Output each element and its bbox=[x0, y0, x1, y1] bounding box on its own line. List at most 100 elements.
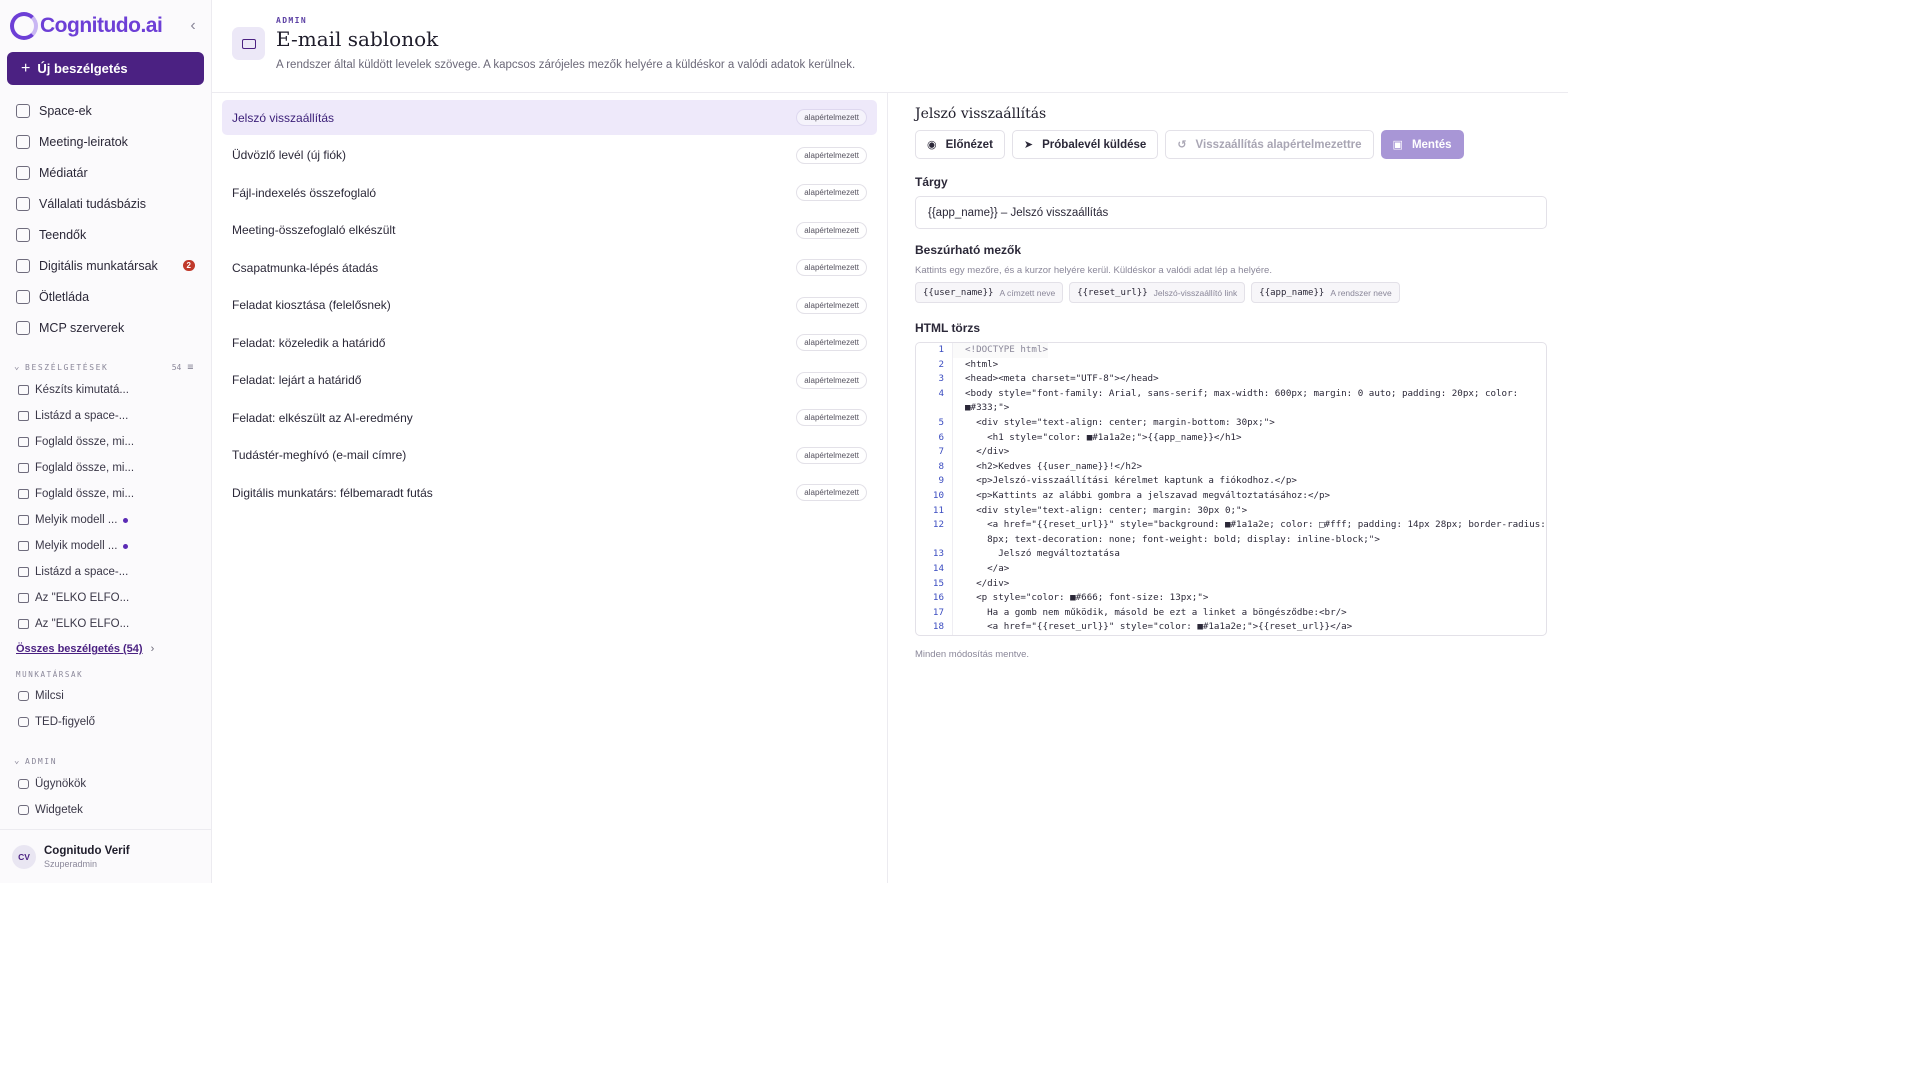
template-editor: Jelszó visszaállítás ◉ Előnézet ➤ Próbalev… bbox=[888, 93, 1568, 883]
default-badge: alapértelmezett bbox=[796, 484, 867, 501]
mail-icon bbox=[232, 27, 265, 60]
template-row[interactable]: Meeting-összefoglaló elkészült alapértelm… bbox=[222, 213, 877, 248]
send-icon: ➤ bbox=[1023, 139, 1034, 151]
sidebar: Cognitudo.ai ‹ + Új beszélgetés Space-ek… bbox=[0, 0, 212, 883]
brand-logo-icon bbox=[10, 12, 38, 40]
list-item[interactable]: Melyik modell ... bbox=[0, 507, 211, 533]
new-chat-label: Új beszélgetés bbox=[37, 61, 128, 76]
field-chips: {{user_name}} A címzett neve {{reset_url}}… bbox=[915, 282, 1547, 303]
bot-icon bbox=[16, 258, 30, 273]
nav-item-5[interactable]: Digitális munkatársak 2 bbox=[0, 250, 211, 281]
save-button[interactable]: ▣ Mentés bbox=[1380, 130, 1464, 159]
nav-item-3[interactable]: Vállalati tudásbázis bbox=[0, 188, 211, 219]
eye-icon: ◉ bbox=[927, 139, 937, 151]
avatar: CV bbox=[12, 844, 36, 869]
send-test-button[interactable]: ➤ Próbalevél küldése bbox=[1011, 130, 1159, 159]
user-profile[interactable]: CV Cognitudo Verif Szuperadmin bbox=[0, 829, 211, 883]
code-line: 8px; text-decoration: none; font-weight:… bbox=[916, 532, 1546, 548]
default-badge: alapértelmezett bbox=[796, 146, 867, 164]
new-chat-button[interactable]: + Új beszélgetés bbox=[7, 52, 204, 85]
template-row[interactable]: Csapatmunka-lépés átadás alapértelmezett bbox=[222, 250, 877, 285]
template-row[interactable]: Tudástér-meghívó (e-mail címre) alapértel… bbox=[222, 438, 877, 473]
template-row[interactable]: Feladat kiosztása (felelősnek) alapértelm… bbox=[222, 288, 877, 323]
brand: Cognitudo.ai ‹ bbox=[0, 0, 211, 52]
conversation-title: Listázd a space-... bbox=[35, 566, 129, 578]
preview-button[interactable]: ◉ Előnézet bbox=[915, 130, 1005, 159]
main-nav: Space-ek Meeting-leiratok Médiatár Vállalat… bbox=[0, 95, 211, 343]
default-badge: alapértelmezett bbox=[796, 371, 867, 389]
code-line: 4 <body style="font-family: Arial, sans-s… bbox=[916, 386, 1546, 402]
filter-icon[interactable]: ≡ bbox=[187, 362, 195, 373]
list-item[interactable]: Az "ELKO ELFO... bbox=[0, 585, 211, 611]
save-status: Minden módosítás mentve. bbox=[915, 649, 1030, 660]
admin-item[interactable]: Widgetek bbox=[0, 797, 211, 823]
template-row[interactable]: Fájl-indexelés összefoglaló alapértelmeze… bbox=[222, 175, 877, 210]
field-chip[interactable]: {{app_name}} A rendszer neve bbox=[1251, 282, 1400, 303]
field-chip[interactable]: {{reset_url}} Jelszó-visszaállító link bbox=[1069, 282, 1246, 303]
page-header: ADMIN E-mail sablonok A rendszer által k… bbox=[212, 0, 1568, 92]
admin-header-label: ADMIN bbox=[25, 756, 58, 766]
template-name: Feladat kiosztása (felelősnek) bbox=[232, 298, 391, 312]
code-line: 18 <a href="{{reset_url}}" style="color:… bbox=[916, 620, 1546, 635]
default-badge: alapértelmezett bbox=[796, 109, 867, 126]
reset-default-button[interactable]: ↺ Visszaállítás alapértelmezettre bbox=[1165, 130, 1374, 159]
conversations-header[interactable]: ⌄ BESZÉLGETÉSEK 54 ≡ bbox=[0, 357, 211, 377]
worker-item[interactable]: TED-figyelő bbox=[0, 709, 211, 735]
admin-header[interactable]: ⌄ ADMIN bbox=[0, 751, 211, 771]
list-item[interactable]: Listázd a space-... bbox=[0, 403, 211, 429]
all-conversations-link[interactable]: Összes beszélgetés (54) › bbox=[0, 637, 211, 661]
brand-name: Cognitudo.ai bbox=[40, 14, 163, 37]
html-code-editor[interactable]: 1 <!DOCTYPE html> 2 <html> 3 <head><meta char… bbox=[915, 342, 1547, 636]
nav-item-label: Teendők bbox=[39, 227, 87, 242]
line-number: 15 bbox=[932, 577, 944, 589]
line-number bbox=[916, 533, 952, 548]
template-row[interactable]: Jelszó visszaállítás alapértelmezett bbox=[222, 100, 877, 135]
code-text: </div> bbox=[952, 576, 1009, 592]
code-text: 8px; text-decoration: none; font-weight:… bbox=[952, 532, 1380, 548]
code-text: <div style="text-align: center; margin: … bbox=[952, 503, 1247, 519]
field-chip[interactable]: {{user_name}} A címzett neve bbox=[915, 282, 1064, 303]
nav-item-6[interactable]: Ötletláda bbox=[0, 281, 211, 312]
list-item[interactable]: Melyik modell ... bbox=[0, 533, 211, 559]
list-item[interactable]: Listázd a space-... bbox=[0, 559, 211, 585]
template-name: Tudástér-meghívó (e-mail címre) bbox=[232, 448, 407, 462]
worker-item[interactable]: Milcsi bbox=[0, 683, 211, 709]
list-item[interactable]: Készíts kimutatá... bbox=[0, 377, 211, 403]
chat-icon bbox=[18, 385, 29, 395]
bot-icon bbox=[18, 691, 29, 701]
subject-input[interactable]: {{app_name}} – Jelszó visszaállítás bbox=[915, 196, 1547, 229]
code-text: <a href="{{reset_url}}" style="color: ■#… bbox=[952, 620, 1352, 635]
template-row[interactable]: Feladat: közeledik a határidő alapértelme… bbox=[222, 325, 877, 360]
template-row[interactable]: Digitális munkatárs: félbemaradt futás al… bbox=[222, 475, 877, 510]
line-number: 12 bbox=[932, 519, 944, 531]
template-row[interactable]: Feladat: elkészült az AI-eredmény alapért… bbox=[222, 400, 877, 435]
admin-item-label: Widgetek bbox=[35, 804, 83, 816]
list-item[interactable]: Foglald össze, mi... bbox=[0, 455, 211, 481]
nav-item-0[interactable]: Space-ek bbox=[0, 95, 211, 126]
code-text: <h1 style="color: ■#1a1a2e;">{{app_name}… bbox=[952, 430, 1242, 446]
nav-item-7[interactable]: MCP szerverek bbox=[0, 312, 211, 343]
default-badge: alapértelmezett bbox=[796, 446, 867, 464]
list-item[interactable]: Foglald össze, mi... bbox=[0, 481, 211, 507]
nav-item-1[interactable]: Meeting-leiratok bbox=[0, 126, 211, 157]
save-label: Mentés bbox=[1411, 138, 1452, 151]
chat-icon bbox=[18, 489, 29, 499]
code-line: 17 Ha a gomb nem működik, másold be ezt … bbox=[916, 605, 1546, 621]
code-line: 12 <a href="{{reset_url}}" style="backgr… bbox=[916, 518, 1546, 533]
code-line: 14 </a> bbox=[916, 561, 1546, 577]
template-row[interactable]: Üdvözlő levél (új fiók) alapértelmezett bbox=[222, 138, 877, 173]
admin-item[interactable]: Ügynökök bbox=[0, 771, 211, 797]
code-text: <h2>Kedves {{user_name}}!</h2> bbox=[952, 459, 1142, 475]
conversation-title: Listázd a space-... bbox=[35, 410, 129, 422]
page-eyebrow: ADMIN bbox=[276, 16, 308, 25]
template-row[interactable]: Feladat: lejárt a határidő alapértelmezet… bbox=[222, 363, 877, 398]
list-item[interactable]: Foglald össze, mi... bbox=[0, 429, 211, 455]
user-role: Szuperadmin bbox=[44, 858, 98, 869]
graduation-icon bbox=[16, 196, 30, 211]
template-name: Csapatmunka-lépés átadás bbox=[232, 260, 379, 275]
list-item[interactable]: Az "ELKO ELFO... bbox=[0, 611, 211, 637]
collapse-sidebar-icon[interactable]: ‹ bbox=[185, 17, 201, 35]
code-text: Jelszó megváltoztatása bbox=[952, 547, 1120, 562]
nav-item-2[interactable]: Médiatár bbox=[0, 157, 211, 188]
nav-item-4[interactable]: Teendők bbox=[0, 219, 211, 250]
